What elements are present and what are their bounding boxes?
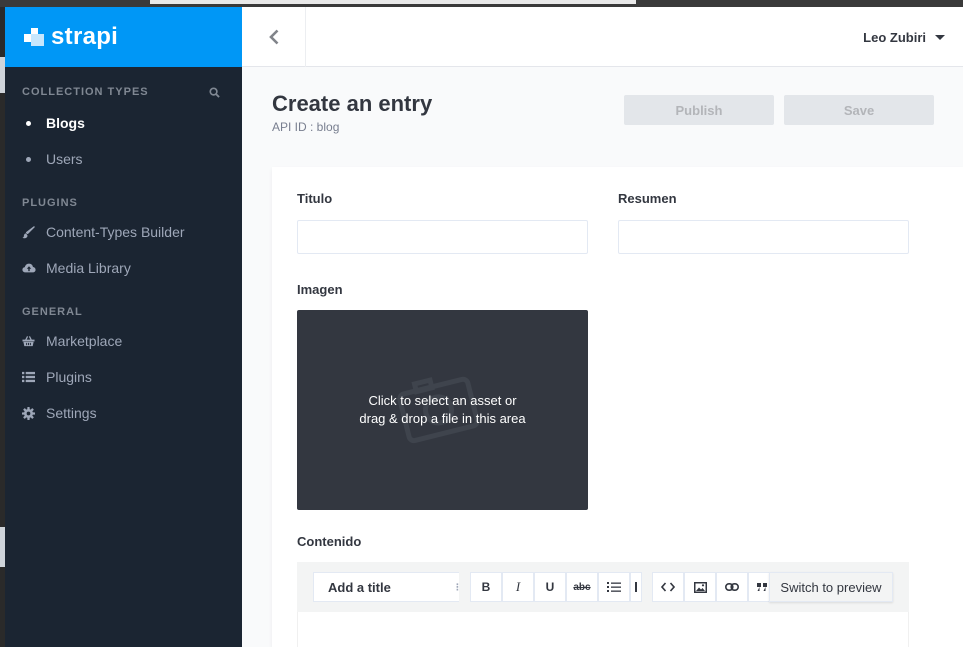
sidebar-item-users[interactable]: Users <box>5 141 242 177</box>
sidebar-item-content-types-builder[interactable]: Content-Types Builder <box>5 214 242 250</box>
imagen-label: Imagen <box>297 282 343 297</box>
sidebar-item-marketplace[interactable]: Marketplace <box>5 323 242 359</box>
page-title: Create an entry <box>272 91 433 116</box>
image-dropzone[interactable]: Click to select an asset or drag & drop … <box>297 310 588 510</box>
quote-icon <box>757 583 767 591</box>
back-button[interactable] <box>242 7 306 67</box>
gear-icon <box>22 406 35 420</box>
italic-button[interactable]: I <box>502 572 534 602</box>
dropzone-text-line2: drag & drop a file in this area <box>359 411 526 426</box>
section-general: GENERAL <box>22 306 83 318</box>
sidebar-item-plugins[interactable]: Plugins <box>5 359 242 395</box>
sidebar-item-settings[interactable]: Settings <box>5 395 242 431</box>
resumen-label: Resumen <box>618 191 677 206</box>
bold-button[interactable]: B <box>470 572 502 602</box>
caret-down-icon <box>935 34 945 40</box>
cloud-upload-icon <box>22 263 36 273</box>
user-name: Leo Zubiri <box>863 29 926 45</box>
resumen-input[interactable] <box>618 220 909 254</box>
underline-button[interactable]: U <box>534 572 566 602</box>
publish-button[interactable]: Publish <box>624 95 774 125</box>
code-button[interactable] <box>652 572 684 602</box>
image-icon <box>693 581 707 593</box>
user-menu[interactable]: Leo Zubiri <box>863 7 945 67</box>
section-plugins: PLUGINS <box>22 197 78 209</box>
strikethrough-button[interactable]: abc <box>566 572 598 602</box>
brand-header[interactable]: strapi <box>5 7 242 67</box>
api-id-subtitle: API ID : blog <box>272 120 340 134</box>
link-icon <box>725 583 739 591</box>
top-bar: Leo Zubiri <box>242 7 963 67</box>
code-icon <box>661 582 675 592</box>
chevron-left-icon <box>268 29 278 45</box>
brand-name: strapi <box>51 23 119 50</box>
section-collection-types: COLLECTION TYPES <box>5 85 242 99</box>
quote-button[interactable] <box>748 572 770 602</box>
editor-toolbar: Add a title ⋮ B I U abc Switch to previe… <box>297 562 909 612</box>
search-icon[interactable] <box>209 86 220 98</box>
link-button[interactable] <box>716 572 748 602</box>
sidebar-item-blogs[interactable]: Blogs <box>5 105 242 141</box>
basket-icon <box>22 336 35 347</box>
numbered-list-button[interactable] <box>630 572 642 602</box>
sidebar: strapi COLLECTION TYPES Blogs Users PLUG… <box>5 7 242 647</box>
window-top-strip <box>0 0 963 7</box>
titulo-label: Titulo <box>297 191 333 206</box>
bullet-icon <box>26 120 31 126</box>
bullet-list-button[interactable] <box>598 572 630 602</box>
strapi-logo-icon <box>24 26 46 48</box>
main-content: Create an entry API ID : blog Publish Sa… <box>242 67 963 647</box>
numbered-list-icon <box>635 582 637 592</box>
switch-to-preview-button[interactable]: Switch to preview <box>769 572 893 602</box>
bullet-list-icon <box>607 582 621 592</box>
editor-textarea[interactable] <box>297 612 909 647</box>
bullet-icon <box>26 156 31 162</box>
dropzone-text-line1: Click to select an asset or <box>368 393 517 408</box>
list-icon <box>22 371 35 383</box>
sidebar-item-media-library[interactable]: Media Library <box>5 250 242 286</box>
entry-form-card: Titulo Resumen Imagen Click to select an… <box>272 167 963 647</box>
save-button[interactable]: Save <box>784 95 934 125</box>
contenido-label: Contenido <box>297 534 362 549</box>
heading-select[interactable]: Add a title ⋮ <box>313 572 462 602</box>
titulo-input[interactable] <box>297 220 588 254</box>
image-button[interactable] <box>684 572 716 602</box>
select-arrow-icon: ⋮ <box>453 581 462 592</box>
paintbrush-icon <box>22 225 35 238</box>
